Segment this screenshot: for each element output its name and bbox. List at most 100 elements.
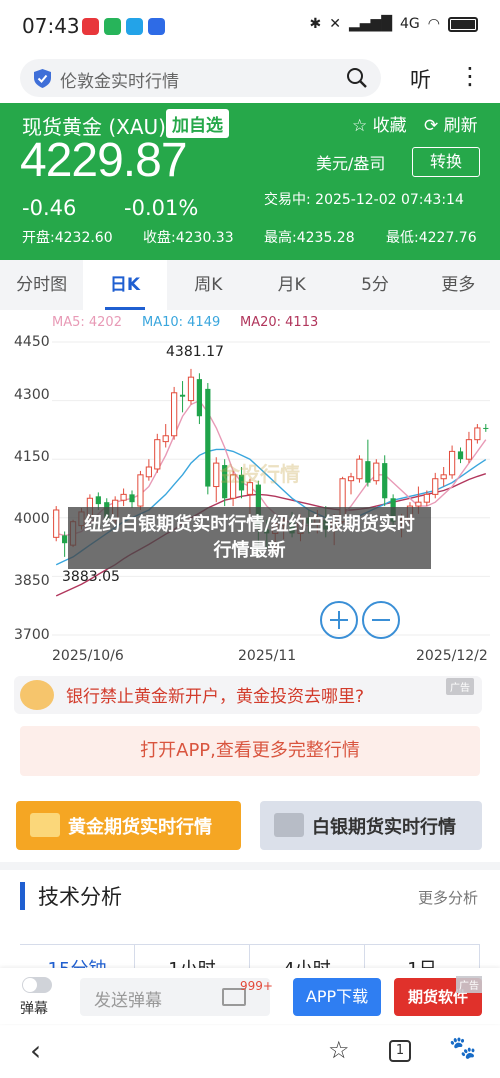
zoom-in-icon[interactable]	[320, 601, 358, 639]
y-tick: 3850	[14, 573, 50, 589]
refresh-button[interactable]: ⟳ 刷新	[424, 111, 478, 136]
candle-body	[95, 496, 101, 505]
search-input[interactable]: 伦敦金实时行情	[60, 67, 179, 92]
high-price: 最高:4235.28	[264, 230, 355, 246]
baidu-paw-icon[interactable]: 🐾	[449, 1036, 476, 1061]
candle-body	[423, 493, 430, 503]
current-price: 4229.87	[20, 134, 188, 187]
candle-body	[62, 535, 68, 544]
candle-body	[474, 427, 481, 441]
ma10-label: MA10: 4149	[142, 315, 221, 330]
tab-daily-k[interactable]: 日K	[83, 260, 167, 310]
ad-badge: 广告	[456, 976, 482, 993]
ma5-label: MA5: 4202	[52, 315, 122, 330]
tabs-count-icon[interactable]: 1	[389, 1040, 411, 1062]
low-marker-label: 3883.05	[62, 569, 120, 585]
search-bar[interactable]: 伦敦金实时行情	[20, 59, 381, 97]
ma20-label: MA20: 4113	[240, 315, 319, 330]
candle-body	[162, 435, 169, 443]
candle-body	[448, 450, 456, 476]
kline-chart-svg	[52, 341, 490, 636]
candle-body	[347, 476, 355, 482]
gold-futures-button[interactable]: 黄金期货实时行情	[16, 801, 241, 850]
ad-badge: 广告	[446, 678, 474, 695]
app-download-button[interactable]: APP下载	[293, 978, 381, 1016]
candle-body	[440, 474, 447, 480]
price-change: -0.46	[22, 196, 77, 220]
kline-chart[interactable]: MA5: 4202 MA10: 4149 MA20: 4113 4450 430…	[0, 312, 500, 670]
candle-body	[171, 392, 178, 437]
open-price: 开盘:4232.60	[22, 230, 113, 246]
tab-intraday[interactable]: 分时图	[0, 260, 83, 310]
tab-5min[interactable]: 5分	[333, 260, 416, 310]
section-divider	[0, 862, 500, 870]
y-tick: 4000	[14, 511, 50, 527]
status-time: 07:43	[22, 14, 80, 38]
bluetooth-icon: ✱	[309, 16, 322, 32]
candle-body	[154, 439, 161, 470]
candle-body	[457, 451, 464, 460]
danmu-toggle-label: 弹幕	[20, 1001, 48, 1017]
ad-banner[interactable]: 银行禁止黄金新开户，黄金投资去哪里? 广告	[14, 676, 482, 714]
network-type: 4G	[400, 16, 420, 32]
danmu-placeholder: 发送弹幕	[94, 991, 162, 1011]
silver-bars-icon	[274, 813, 304, 837]
tab-more[interactable]: 更多	[417, 260, 500, 310]
candle-body	[53, 509, 60, 538]
candle-body	[179, 394, 186, 397]
candle-body	[187, 376, 195, 402]
browser-nav-bar: ‹ ☆ 1 🐾	[0, 1026, 500, 1078]
quote-header: 现货黄金 (XAU) 加自选 ☆ 收藏 ⟳ 刷新 4229.87 美元/盎司 转…	[0, 103, 500, 260]
zoom-out-icon[interactable]	[362, 601, 400, 639]
candle-body	[373, 462, 380, 482]
y-tick: 4300	[14, 387, 50, 403]
back-icon[interactable]: ‹	[30, 1034, 41, 1067]
candle-body	[356, 458, 363, 480]
status-bar: 07:43 ✱ ✕ ▂▄▆█ 4G ◠	[0, 0, 500, 56]
candle-body	[137, 474, 144, 507]
x-tick: 2025/11	[238, 648, 297, 664]
system-status-icons: ✱ ✕ ▂▄▆█ 4G ◠	[309, 16, 478, 32]
open-app-button[interactable]: 打开APP,查看更多完整行情	[20, 726, 480, 776]
low-price: 最低:4227.76	[386, 230, 477, 246]
listen-button[interactable]: 听	[410, 64, 431, 94]
bookmark-star-icon[interactable]: ☆	[328, 1036, 350, 1064]
candle-body	[465, 439, 473, 460]
mute-icon: ✕	[329, 16, 341, 32]
message-app-icon	[126, 18, 143, 35]
convert-button[interactable]: 转换	[412, 147, 480, 177]
x-tick: 2025/12/2	[416, 648, 488, 664]
silver-futures-button[interactable]: 白银期货实时行情	[260, 801, 482, 850]
candle-body	[415, 501, 422, 507]
gold-futures-label: 黄金期货实时行情	[68, 817, 212, 838]
ad-text[interactable]: 银行禁止黄金新开户，黄金投资去哪里?	[66, 682, 364, 707]
y-tick: 3700	[14, 627, 50, 643]
price-unit: 美元/盎司	[316, 154, 386, 173]
silver-futures-label: 白银期货实时行情	[312, 817, 456, 838]
app-notification-icon	[148, 18, 165, 35]
candle-body	[432, 478, 439, 495]
trade-status-time: 交易中: 2025-12-02 07:43:14	[264, 192, 464, 208]
more-analysis-link[interactable]: 更多分析	[418, 887, 478, 908]
candle-body	[205, 388, 211, 487]
mail-badge: 999+	[240, 979, 273, 993]
candle-body	[145, 466, 152, 478]
battery-icon	[448, 16, 478, 32]
more-menu-icon[interactable]: ⋮	[458, 62, 482, 90]
danmu-input[interactable]: 发送弹幕 999+	[80, 978, 273, 1016]
tab-monthly-k[interactable]: 月K	[250, 260, 333, 310]
tech-analysis-title: 技术分析	[38, 885, 122, 909]
bottom-action-bar: 弹幕 发送弹幕 999+ APP下载 期货软件 广告	[0, 968, 500, 1024]
candle-body	[382, 463, 388, 499]
search-icon[interactable]	[346, 67, 368, 89]
tab-weekly-k[interactable]: 周K	[167, 260, 250, 310]
x-tick: 2025/10/6	[52, 648, 124, 664]
y-tick: 4150	[14, 449, 50, 465]
gold-bars-icon	[30, 813, 60, 837]
wechat-icon	[104, 18, 121, 35]
candle-body	[196, 379, 203, 417]
candle-body	[365, 461, 371, 483]
candle-body	[120, 493, 127, 501]
collect-button[interactable]: ☆ 收藏	[352, 111, 407, 136]
y-tick: 4450	[14, 334, 50, 350]
